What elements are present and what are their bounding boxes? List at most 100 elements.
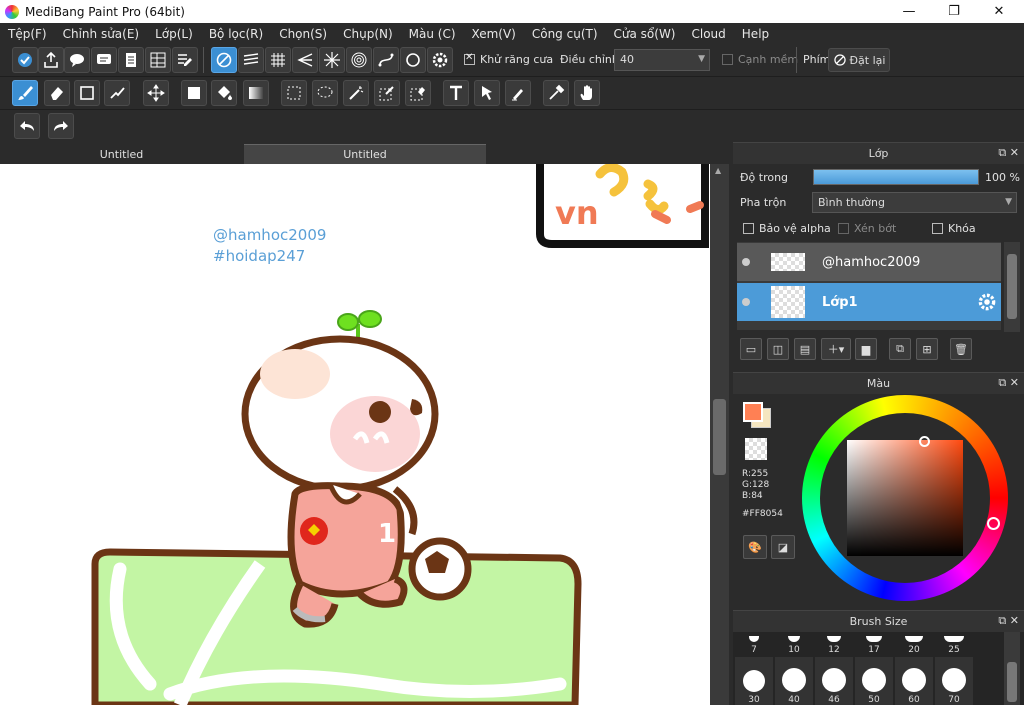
menu-tools[interactable]: Công cụ(T) <box>524 27 606 41</box>
blend-mode-dropdown[interactable]: Bình thường ▼ <box>812 192 1017 213</box>
curve-snap-button[interactable] <box>373 47 399 73</box>
lock-checkbox[interactable] <box>932 223 943 234</box>
select-pen-tool-button[interactable] <box>374 80 400 106</box>
hue-picker-marker[interactable] <box>987 517 1000 530</box>
new-color-layer-button[interactable]: ◫ <box>767 338 789 360</box>
brush-size-option[interactable]: 17 <box>855 617 893 655</box>
layer-row-selected[interactable]: Lớp1 <box>737 283 1001 321</box>
canvas-vertical-scrollbar[interactable]: ▲ <box>710 164 729 705</box>
menu-view[interactable]: Xem(V) <box>464 27 524 41</box>
page-button[interactable] <box>118 47 144 73</box>
menu-snap[interactable]: Chụp(N) <box>335 27 401 41</box>
reset-button[interactable]: Đặt lại <box>828 48 890 72</box>
gradient-tool-button[interactable] <box>243 80 269 106</box>
move-tool-button[interactable] <box>143 80 169 106</box>
scrollbar-thumb[interactable] <box>1007 254 1017 319</box>
perspective-snap-button[interactable] <box>292 47 318 73</box>
brush-size-option[interactable]: 50 <box>855 657 893 705</box>
drawing-canvas[interactable]: vn @hamhoc2009 #hoidap247 1 <box>0 164 710 705</box>
hand-tool-button[interactable] <box>574 80 600 106</box>
visibility-dot-icon[interactable] <box>742 258 750 266</box>
menu-window[interactable]: Cửa sổ(W) <box>606 27 684 41</box>
delete-layer-button[interactable]: 🗑 <box>950 338 972 360</box>
menu-filter[interactable]: Bộ lọc(R) <box>201 27 271 41</box>
redo-button[interactable] <box>48 113 74 139</box>
brush-size-option[interactable]: 25 <box>935 617 973 655</box>
parallel-snap-button[interactable] <box>238 47 264 73</box>
palette-button[interactable]: 🎨 <box>743 535 767 559</box>
menu-file[interactable]: Tệp(F) <box>0 27 55 41</box>
scrollbar-thumb[interactable] <box>1007 662 1017 702</box>
adjust-dropdown[interactable]: 40 ▼ <box>614 49 710 71</box>
ellipse-snap-button[interactable] <box>400 47 426 73</box>
layout-button[interactable] <box>145 47 171 73</box>
minimize-button[interactable]: — <box>886 0 932 23</box>
magic-wand-tool-button[interactable] <box>343 80 369 106</box>
saturation-value-square[interactable] <box>847 440 963 556</box>
lasso-tool-button[interactable] <box>312 80 338 106</box>
brush-size-option[interactable]: 46 <box>815 657 853 705</box>
brush-size-option[interactable]: 70 <box>935 657 973 705</box>
foreground-color-swatch[interactable] <box>743 402 763 422</box>
select-rect-tool-button[interactable] <box>281 80 307 106</box>
text-tool-button[interactable] <box>443 80 469 106</box>
layer-list-scrollbar[interactable] <box>1004 242 1020 332</box>
panel-controls[interactable]: ⧉ ✕ <box>998 614 1019 628</box>
menu-layer[interactable]: Lớp(L) <box>147 27 201 41</box>
merge-down-button[interactable]: ⊞ <box>916 338 938 360</box>
brush-size-option[interactable]: 60 <box>895 657 933 705</box>
add-layer-menu-button[interactable]: ＋▾ <box>821 338 851 360</box>
opacity-slider[interactable] <box>813 169 979 185</box>
menu-cloud[interactable]: Cloud <box>684 27 734 41</box>
new-layer-button[interactable]: ▭ <box>740 338 762 360</box>
rectangle-tool-button[interactable] <box>74 80 100 106</box>
protect-alpha-checkbox[interactable] <box>743 223 754 234</box>
close-button[interactable]: ✕ <box>976 0 1022 23</box>
menu-select[interactable]: Chọn(S) <box>271 27 335 41</box>
layer-settings-gear-icon[interactable] <box>977 292 997 312</box>
brush-panel-scrollbar[interactable] <box>1004 632 1020 705</box>
blur-tool-button[interactable] <box>505 80 531 106</box>
dot-tool-button[interactable] <box>104 80 130 106</box>
radial-snap-button[interactable] <box>319 47 345 73</box>
panel-controls[interactable]: ⧉ ✕ <box>998 376 1019 390</box>
duplicate-layer-button[interactable]: ⧉ <box>889 338 911 360</box>
color-picker-marker[interactable] <box>919 436 930 447</box>
palette-add-button[interactable]: ◪ <box>771 535 795 559</box>
grid-snap-button[interactable] <box>265 47 291 73</box>
comment-button[interactable] <box>91 47 117 73</box>
menu-edit[interactable]: Chỉnh sửa(E) <box>55 27 148 41</box>
antialias-checkbox[interactable] <box>464 52 475 65</box>
panel-controls[interactable]: ⧉ ✕ <box>998 146 1019 160</box>
layer-row[interactable]: @hamhoc2009 <box>737 243 1001 281</box>
cloud-save-button[interactable] <box>12 47 38 73</box>
brush-size-option[interactable]: 12 <box>815 617 853 655</box>
brush-size-option[interactable]: 20 <box>895 617 933 655</box>
scrollbar-thumb[interactable] <box>713 399 726 475</box>
brush-size-option[interactable]: 40 <box>775 657 813 705</box>
share-button[interactable] <box>38 47 64 73</box>
new-folder-button[interactable]: ▆ <box>855 338 877 360</box>
scroll-up-icon[interactable]: ▲ <box>715 166 721 175</box>
maximize-button[interactable]: ❐ <box>931 0 977 23</box>
new-halftone-layer-button[interactable]: ▤ <box>794 338 816 360</box>
tab-untitled-2[interactable]: Untitled <box>244 144 486 164</box>
brush-size-option[interactable]: 7 <box>735 617 773 655</box>
brush-size-option[interactable]: 10 <box>775 617 813 655</box>
clip-checkbox[interactable] <box>838 223 849 234</box>
transparent-color-swatch[interactable] <box>745 438 767 460</box>
snap-off-button[interactable] <box>211 47 237 73</box>
eyedropper-tool-button[interactable] <box>543 80 569 106</box>
brush-tool-button[interactable] <box>12 80 38 106</box>
snap-settings-button[interactable] <box>427 47 453 73</box>
visibility-dot-icon[interactable] <box>742 298 750 306</box>
undo-button[interactable] <box>14 113 40 139</box>
soft-edge-checkbox[interactable] <box>722 54 733 65</box>
brush-size-option[interactable]: 30 <box>735 657 773 705</box>
fill-rect-tool-button[interactable] <box>181 80 207 106</box>
select-eraser-tool-button[interactable] <box>405 80 431 106</box>
bucket-tool-button[interactable] <box>211 80 237 106</box>
concentric-snap-button[interactable] <box>346 47 372 73</box>
edit-list-button[interactable] <box>172 47 198 73</box>
menu-help[interactable]: Help <box>734 27 777 41</box>
